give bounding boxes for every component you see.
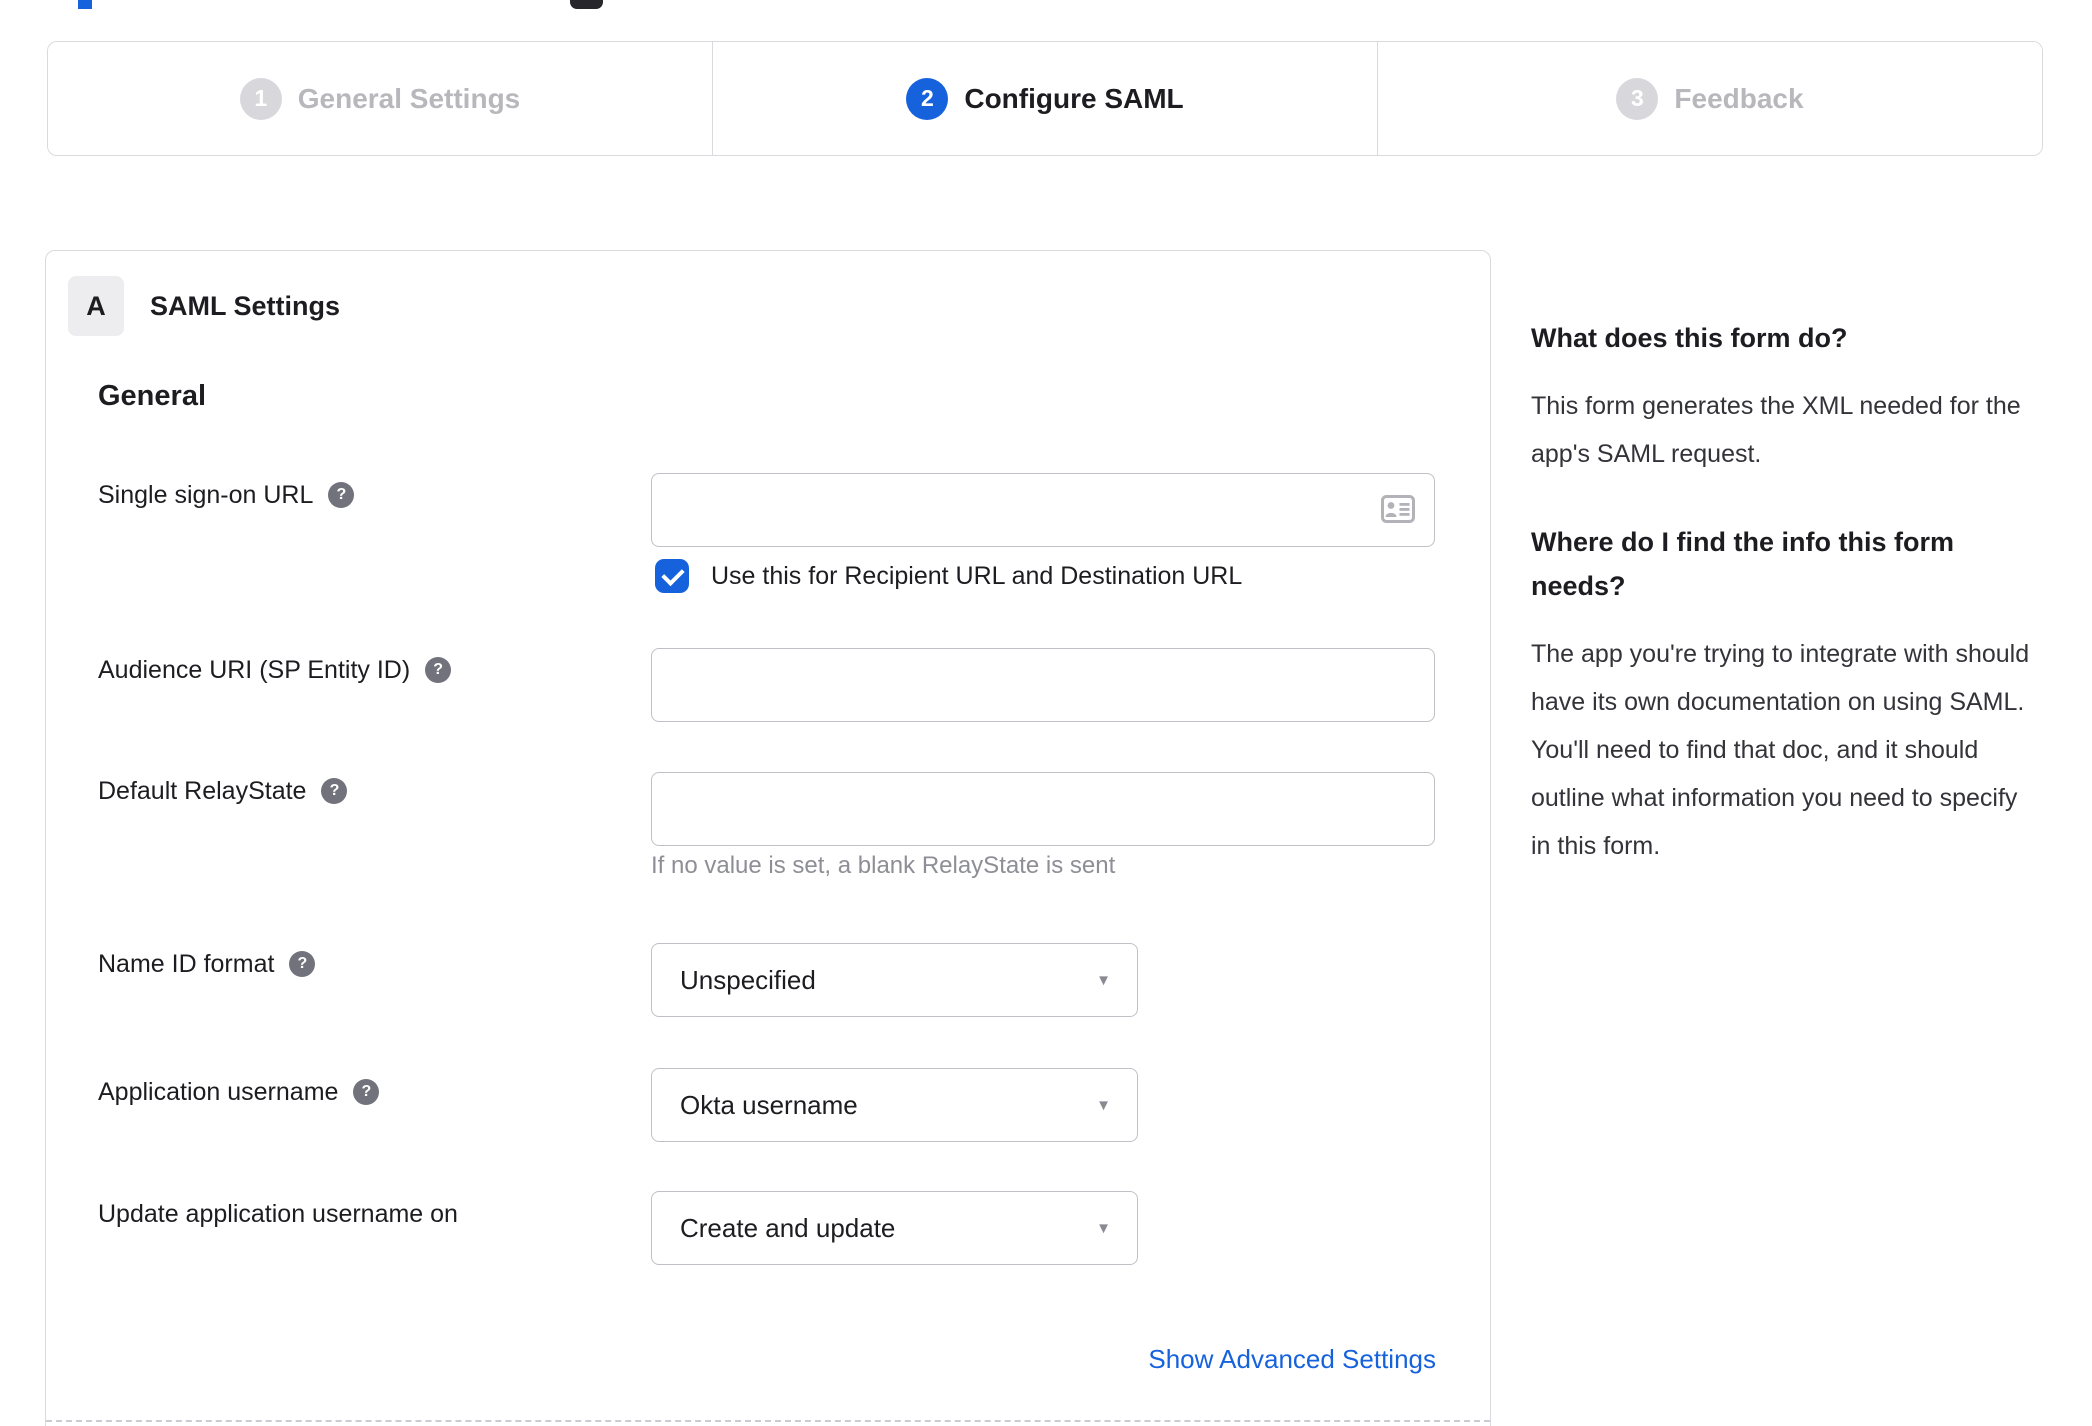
sso-url-input-wrap <box>651 473 1435 547</box>
general-group-title: General <box>98 380 206 412</box>
step-1-number: 1 <box>239 77 282 120</box>
sso-url-label: Single sign-on URL <box>98 480 314 509</box>
app-username-value: Okta username <box>680 1089 858 1120</box>
recipient-url-checkbox-label[interactable]: Use this for Recipient URL and Destinati… <box>711 559 1242 593</box>
relay-state-hint: If no value is set, a blank RelayState i… <box>651 852 1116 879</box>
sidebar-question-1: What does this form do? <box>1531 323 1848 353</box>
update-username-value: Create and update <box>680 1212 896 1243</box>
relay-state-help-icon[interactable]: ? <box>321 778 348 804</box>
audience-uri-label-row: Audience URI (SP Entity ID) ? <box>98 652 452 688</box>
name-id-format-label: Name ID format <box>98 949 275 978</box>
relay-state-label-row: Default RelayState ? <box>98 773 348 809</box>
chevron-down-icon: ▼ <box>1096 1096 1111 1114</box>
update-username-select[interactable]: Create and update ▼ <box>651 1191 1138 1265</box>
sidebar-question-2: Where do I find the info this form needs… <box>1531 527 1954 601</box>
app-username-select[interactable]: Okta username ▼ <box>651 1068 1138 1142</box>
address-card-icon[interactable] <box>1381 495 1415 523</box>
step-2-number: 2 <box>906 77 949 120</box>
show-advanced-settings-link[interactable]: Show Advanced Settings <box>1148 1344 1436 1375</box>
name-id-format-help-icon[interactable]: ? <box>289 951 316 977</box>
section-divider <box>46 1420 1490 1422</box>
wizard-step-bar: 1 General Settings 2 Configure SAML 3 Fe… <box>47 41 2043 156</box>
app-username-label: Application username <box>98 1077 339 1106</box>
update-username-label: Update application username on <box>98 1199 458 1228</box>
app-username-label-row: Application username ? <box>98 1074 380 1110</box>
relay-state-input[interactable] <box>651 772 1435 846</box>
panel-title: SAML Settings <box>150 291 341 321</box>
sso-url-label-row: Single sign-on URL ? <box>98 477 355 513</box>
update-username-label-row: Update application username on <box>98 1196 458 1232</box>
sso-url-input[interactable] <box>651 473 1435 547</box>
clipped-icon-fragment <box>570 0 603 9</box>
step-1-label: General Settings <box>297 82 521 114</box>
chevron-down-icon: ▼ <box>1096 971 1111 989</box>
help-sidebar: What does this form do? This form genera… <box>1531 316 2031 912</box>
sso-url-help-icon[interactable]: ? <box>328 482 355 508</box>
step-2-label: Configure SAML <box>964 82 1184 114</box>
name-id-format-select[interactable]: Unspecified ▼ <box>651 943 1138 1017</box>
audience-uri-label: Audience URI (SP Entity ID) <box>98 655 411 684</box>
name-id-format-label-row: Name ID format ? <box>98 946 316 982</box>
step-3-label: Feedback <box>1674 82 1804 114</box>
section-a-badge: A <box>68 276 124 336</box>
name-id-format-value: Unspecified <box>680 964 816 995</box>
audience-uri-help-icon[interactable]: ? <box>425 657 452 683</box>
relay-state-label: Default RelayState <box>98 776 307 805</box>
step-3-number: 3 <box>1616 77 1659 120</box>
sidebar-answer-2: The app you're trying to integrate with … <box>1531 640 2030 860</box>
checkmark-icon <box>661 562 685 587</box>
sidebar-answer-1: This form generates the XML needed for t… <box>1531 392 2021 468</box>
recipient-url-checkbox[interactable] <box>655 559 689 593</box>
step-general-settings[interactable]: 1 General Settings <box>48 42 712 155</box>
configure-saml-page: 1 General Settings 2 Configure SAML 3 Fe… <box>0 0 2092 1426</box>
chevron-down-icon: ▼ <box>1096 1219 1111 1237</box>
app-username-help-icon[interactable]: ? <box>353 1079 380 1105</box>
audience-uri-input[interactable] <box>651 648 1435 722</box>
step-configure-saml[interactable]: 2 Configure SAML <box>712 42 1377 155</box>
clipped-logo-fragment <box>78 0 92 9</box>
step-feedback[interactable]: 3 Feedback <box>1377 42 2042 155</box>
